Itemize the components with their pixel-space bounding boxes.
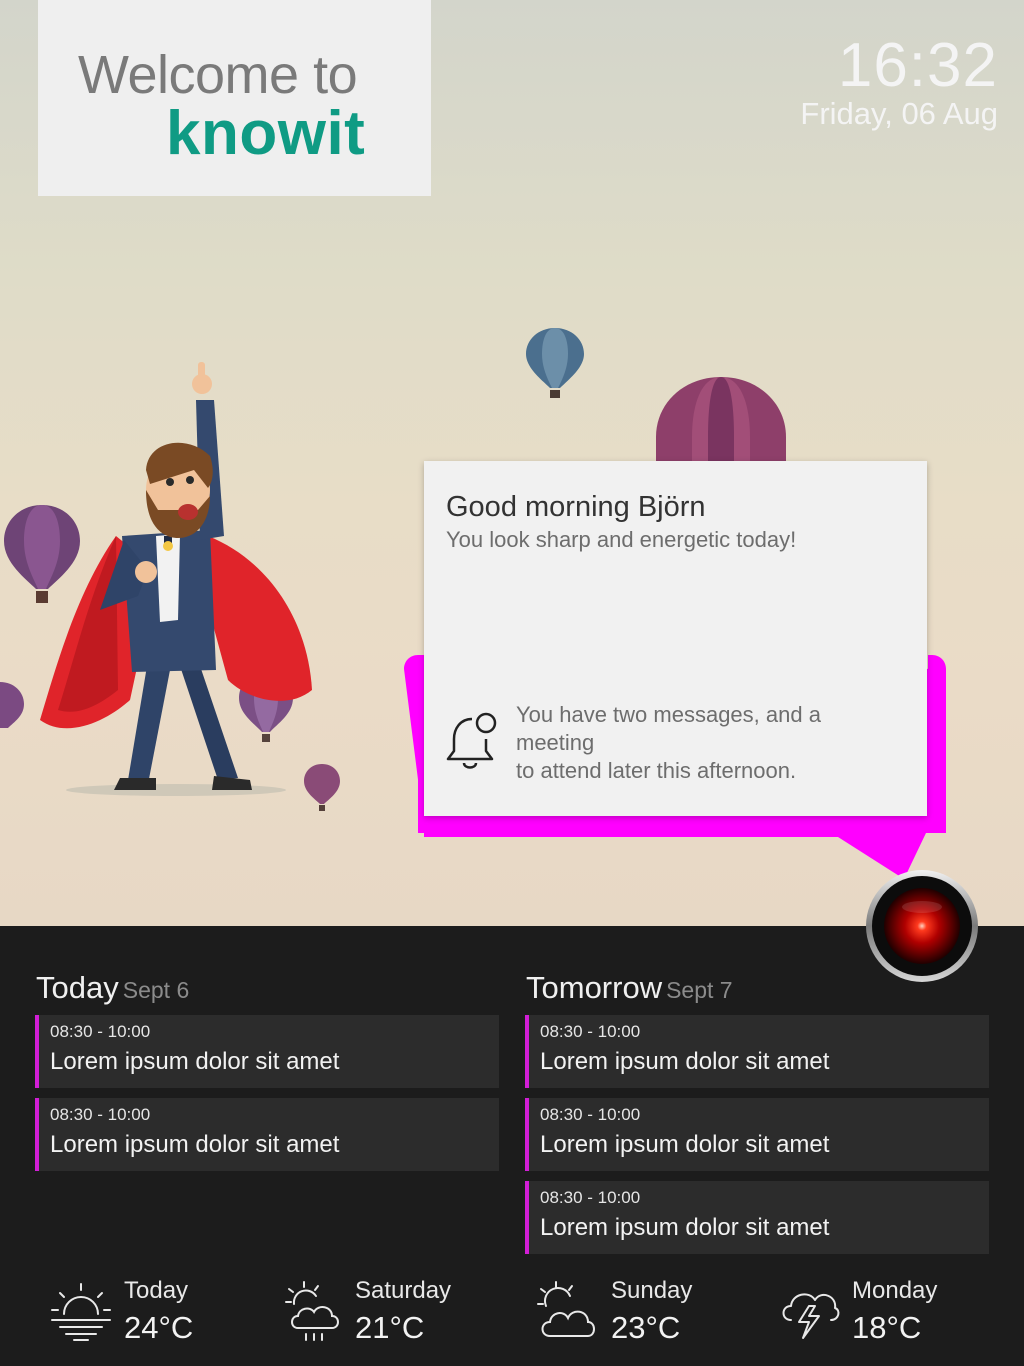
agenda-event[interactable]: 08:30 - 10:00 Lorem ipsum dolor sit amet: [525, 1181, 989, 1254]
tomorrow-label: Tomorrow: [526, 970, 663, 1005]
event-time: 08:30 - 10:00: [540, 1188, 641, 1207]
bell-icon[interactable]: [446, 711, 500, 771]
agenda-event[interactable]: 08:30 - 10:00 Lorem ipsum dolor sit amet: [35, 1015, 499, 1088]
welcome-text: Welcome to: [78, 45, 358, 105]
greeting-subtitle: You look sharp and energetic today!: [446, 527, 797, 552]
event-title: Lorem ipsum dolor sit amet: [540, 1048, 830, 1075]
event-time: 08:30 - 10:00: [540, 1022, 641, 1041]
weather-day: Monday: [852, 1277, 938, 1304]
agenda-event[interactable]: 08:30 - 10:00 Lorem ipsum dolor sit amet: [35, 1098, 499, 1171]
event-title: Lorem ipsum dolor sit amet: [540, 1131, 830, 1158]
assistant-message-card: Good morning Björn You look sharp and en…: [424, 461, 927, 816]
brand-logo: knowit: [166, 99, 366, 168]
tomorrow-heading: Tomorrow Sept 7: [526, 970, 733, 1006]
today-heading: Today Sept 6: [36, 970, 189, 1006]
sunrise-icon: [51, 1283, 111, 1341]
weather-temp: 21°C: [355, 1310, 425, 1345]
event-title: Lorem ipsum dolor sit amet: [50, 1048, 340, 1075]
weather-today: Today 24°C: [50, 1276, 230, 1346]
partly-cloudy-rain-icon: [285, 1281, 339, 1341]
weather-day: Today: [124, 1277, 189, 1304]
event-time: 08:30 - 10:00: [50, 1022, 151, 1041]
date: Friday, 06 Aug: [800, 96, 998, 131]
thunderstorm-icon: [782, 1293, 840, 1339]
partly-cloudy-icon: [537, 1281, 595, 1337]
weather-temp: 23°C: [611, 1310, 681, 1345]
welcome-card: Welcome to knowit: [38, 0, 431, 196]
balloon-image: [0, 682, 24, 728]
event-time: 08:30 - 10:00: [540, 1105, 641, 1124]
weather-day: Saturday: [355, 1277, 452, 1304]
agenda-event[interactable]: 08:30 - 10:00 Lorem ipsum dolor sit amet: [525, 1015, 989, 1088]
weather-temp: 24°C: [124, 1310, 194, 1345]
event-title: Lorem ipsum dolor sit amet: [50, 1131, 340, 1158]
clock: 16:32: [837, 31, 998, 100]
event-title: Lorem ipsum dolor sit amet: [540, 1214, 830, 1241]
event-time: 08:30 - 10:00: [50, 1105, 151, 1124]
assistant-eye-button[interactable]: [865, 869, 979, 983]
weather-saturday: Saturday 21°C: [284, 1276, 464, 1346]
agenda-event[interactable]: 08:30 - 10:00 Lorem ipsum dolor sit amet: [525, 1098, 989, 1171]
greeting-title: Good morning Björn: [446, 491, 706, 523]
weather-monday: Monday 18°C: [777, 1276, 957, 1346]
notification-text: You have two messages, and a meeting to …: [516, 702, 821, 783]
tomorrow-date: Sept 7: [666, 977, 733, 1003]
balloon-image: [656, 377, 786, 465]
weather-temp: 18°C: [852, 1310, 922, 1345]
today-label: Today: [36, 970, 119, 1005]
weather-sunday: Sunday 23°C: [536, 1276, 716, 1346]
superhero-illustration: [40, 362, 312, 796]
balloon-image: [526, 328, 584, 398]
today-date: Sept 6: [122, 977, 190, 1003]
weather-day: Sunday: [611, 1277, 693, 1304]
